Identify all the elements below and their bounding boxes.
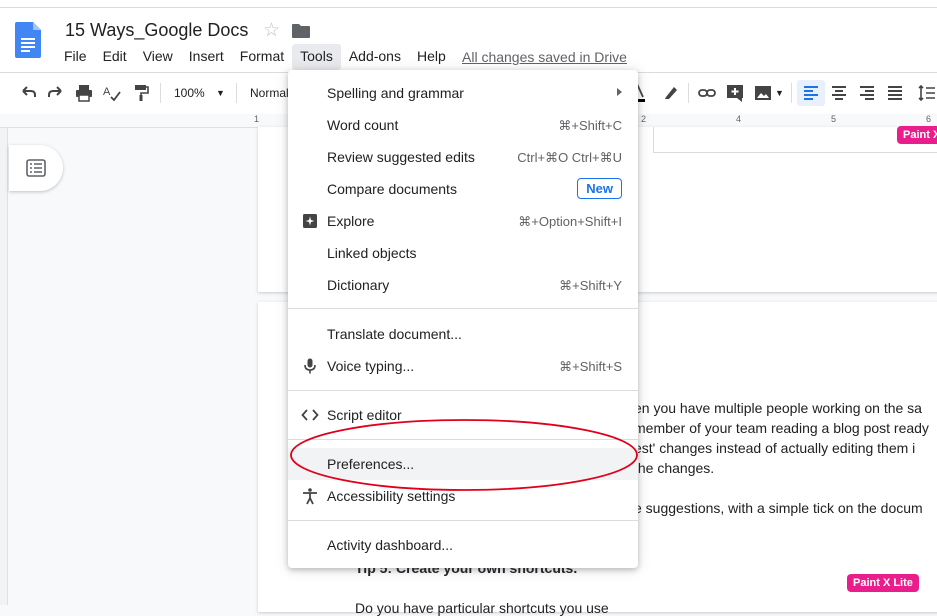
table-border xyxy=(653,152,937,153)
chevron-down-icon[interactable]: ▼ xyxy=(775,88,784,98)
tools-menu-dropdown: Spelling and grammar Word count ⌘+Shift+… xyxy=(288,70,638,568)
title-bar: 15 Ways_Google Docs ☆ File Edit View Ins… xyxy=(0,0,937,72)
submenu-arrow-icon xyxy=(617,88,622,96)
undo-icon[interactable] xyxy=(18,83,38,103)
list-icon xyxy=(26,159,46,177)
table-border xyxy=(653,127,654,153)
menu-item-label: Activity dashboard... xyxy=(327,537,454,553)
paint-format-icon[interactable] xyxy=(130,83,150,103)
print-icon[interactable] xyxy=(74,83,94,103)
menu-separator xyxy=(288,520,638,521)
menu-item-label: Explore xyxy=(327,213,375,229)
line-spacing-icon[interactable] xyxy=(917,83,935,103)
menu-edit[interactable]: Edit xyxy=(95,44,135,70)
menu-item-label: Compare documents xyxy=(327,181,457,197)
menu-item-shortcut: Ctrl+⌘O Ctrl+⌘U xyxy=(517,150,622,165)
menu-item-voice-typing[interactable]: Voice typing... ⌘+Shift+S xyxy=(288,350,638,382)
highlight-icon[interactable] xyxy=(660,83,680,103)
document-text-line: e suggestions, with a simple tick on the… xyxy=(634,500,923,516)
document-title[interactable]: 15 Ways_Google Docs xyxy=(65,20,248,41)
align-left-icon[interactable] xyxy=(801,83,821,103)
menu-item-explore[interactable]: Explore ⌘+Option+Shift+I xyxy=(288,205,638,237)
menu-item-shortcut: ⌘+Shift+C xyxy=(558,118,622,133)
ruler-mark: 1 xyxy=(254,114,260,124)
new-badge: New xyxy=(577,178,622,199)
document-outline-button[interactable] xyxy=(9,145,63,191)
menu-item-label: Linked objects xyxy=(327,245,417,261)
svg-text:A: A xyxy=(103,86,111,98)
menu-item-dictionary[interactable]: Dictionary ⌘+Shift+Y xyxy=(288,269,638,301)
menu-item-label: Review suggested edits xyxy=(327,149,475,165)
link-icon[interactable] xyxy=(697,83,717,103)
vertical-ruler[interactable] xyxy=(0,128,8,605)
highlight-ellipse-annotation xyxy=(290,419,638,491)
menu-bar: File Edit View Insert Format Tools Add-o… xyxy=(56,44,454,70)
menu-item-shortcut: ⌘+Option+Shift+I xyxy=(518,214,622,229)
align-right-icon[interactable] xyxy=(857,83,877,103)
folder-icon[interactable] xyxy=(292,24,310,38)
ruler-mark: 2 xyxy=(641,114,647,124)
insert-comment-icon[interactable] xyxy=(725,83,745,103)
toolbar-separator xyxy=(688,83,689,103)
document-text-line: en you have multiple people working on t… xyxy=(634,400,922,416)
menu-item-activity-dashboard[interactable]: Activity dashboard... xyxy=(288,529,638,561)
menu-item-label: Spelling and grammar xyxy=(327,85,464,101)
menu-addons[interactable]: Add-ons xyxy=(341,44,409,70)
document-text-line: member of your team reading a blog post … xyxy=(634,420,929,436)
menu-tools[interactable]: Tools xyxy=(292,44,341,70)
menu-format[interactable]: Format xyxy=(232,44,292,70)
menu-separator xyxy=(288,308,638,309)
toolbar-separator xyxy=(791,83,792,103)
toolbar-separator xyxy=(236,83,237,103)
menu-item-translate-document[interactable]: Translate document... xyxy=(288,318,638,350)
chevron-down-icon[interactable]: ▼ xyxy=(216,88,225,98)
paint-x-badge: Paint X xyxy=(897,126,937,144)
top-rule xyxy=(0,7,937,8)
menu-help[interactable]: Help xyxy=(409,44,454,70)
star-icon[interactable]: ☆ xyxy=(263,19,280,42)
explore-icon xyxy=(303,214,317,228)
document-text-line: est' changes instead of actually editing… xyxy=(634,440,916,456)
zoom-select[interactable]: 100% xyxy=(174,86,205,100)
menu-item-label: Voice typing... xyxy=(327,358,415,374)
ruler-mark: 6 xyxy=(926,114,932,124)
paint-x-lite-badge: Paint X Lite xyxy=(847,574,919,592)
spellcheck-icon[interactable]: A xyxy=(102,83,122,103)
menu-separator xyxy=(288,390,638,391)
menu-view[interactable]: View xyxy=(135,44,181,70)
menu-item-spelling-grammar[interactable]: Spelling and grammar xyxy=(288,77,638,109)
document-text-line: Do you have particular shortcuts you use xyxy=(355,600,609,616)
redo-icon[interactable] xyxy=(46,83,66,103)
insert-image-icon[interactable] xyxy=(753,83,773,103)
align-center-icon[interactable] xyxy=(829,83,849,103)
document-text-line: the changes. xyxy=(634,460,715,476)
docs-logo-icon[interactable] xyxy=(15,22,41,58)
menu-item-shortcut: ⌘+Shift+Y xyxy=(559,278,622,293)
ruler-mark: 4 xyxy=(736,114,742,124)
align-justify-icon[interactable] xyxy=(885,83,905,103)
style-select[interactable]: Normal xyxy=(250,86,289,100)
menu-item-linked-objects[interactable]: Linked objects xyxy=(288,237,638,269)
menu-insert[interactable]: Insert xyxy=(181,44,232,70)
menu-item-label: Word count xyxy=(327,117,399,133)
menu-item-label: Dictionary xyxy=(327,277,390,293)
menu-item-shortcut: ⌘+Shift+S xyxy=(559,359,622,374)
menu-item-word-count[interactable]: Word count ⌘+Shift+C xyxy=(288,109,638,141)
microphone-icon xyxy=(304,358,316,374)
ruler-mark: 5 xyxy=(831,114,837,124)
menu-item-compare-documents[interactable]: Compare documents New xyxy=(288,173,638,205)
save-status-link[interactable]: All changes saved in Drive xyxy=(462,49,627,65)
menu-item-label: Translate document... xyxy=(327,326,462,342)
menu-file[interactable]: File xyxy=(56,44,95,70)
menu-item-review-suggested-edits[interactable]: Review suggested edits Ctrl+⌘O Ctrl+⌘U xyxy=(288,141,638,173)
toolbar-separator xyxy=(160,83,161,103)
